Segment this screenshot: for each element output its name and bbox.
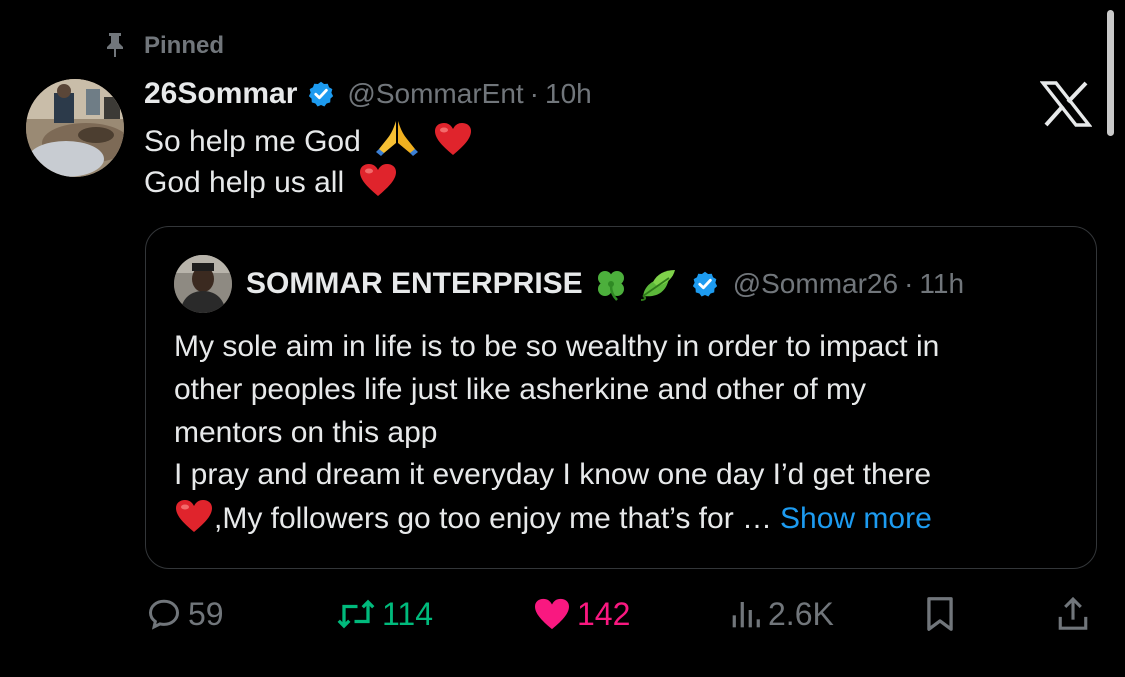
- tweet-text-1: So help me God: [144, 125, 361, 158]
- author-handle[interactable]: @SommarEnt: [347, 78, 523, 110]
- author-avatar[interactable]: [26, 79, 124, 177]
- quoted-time[interactable]: 11h: [919, 268, 964, 300]
- verified-badge-icon: [309, 81, 334, 107]
- like-count: 142: [577, 595, 631, 632]
- bookmark-icon: [927, 597, 953, 631]
- scrollbar[interactable]: [1107, 10, 1114, 136]
- quoted-author-avatar[interactable]: [174, 255, 232, 313]
- tweet-text-line-1: So help me God: [144, 119, 473, 162]
- like-heart-icon: [535, 598, 569, 630]
- tweet-time[interactable]: 10h: [545, 78, 592, 110]
- pin-icon: [107, 33, 123, 57]
- quoted-display-name[interactable]: SOMMAR ENTERPRISE: [246, 267, 583, 301]
- tweet-header: 26Sommar @SommarEnt · 10h: [144, 74, 592, 114]
- separator-dot: ·: [904, 268, 914, 299]
- like-button[interactable]: 142: [533, 592, 630, 636]
- reply-count: 59: [188, 595, 224, 632]
- show-more-link[interactable]: Show more: [780, 502, 932, 535]
- quoted-text-line-3: mentors on this app: [174, 416, 438, 449]
- pinned-label: Pinned: [144, 32, 225, 59]
- quoted-text-line-4: I pray and dream it everyday I know one …: [174, 458, 932, 491]
- bookmark-button[interactable]: [924, 592, 956, 636]
- quoted-tweet-header: SOMMAR ENTERPRISE @Sommar26 · 11h: [246, 264, 964, 304]
- quoted-text-line-1: My sole aim in life is to be so wealthy …: [174, 330, 940, 363]
- share-icon: [1058, 596, 1088, 630]
- quoted-handle[interactable]: @Sommar26: [733, 268, 898, 300]
- x-logo-icon[interactable]: [1040, 80, 1092, 128]
- retweet-icon: [337, 599, 375, 629]
- author-display-name[interactable]: 26Sommar: [144, 77, 297, 111]
- separator-dot: ·: [529, 78, 539, 109]
- leaf-icon: [640, 270, 675, 301]
- four-leaf-clover-icon: [597, 271, 624, 301]
- tweet-text-2: God help us all: [144, 166, 345, 199]
- verified-badge-icon: [692, 271, 717, 297]
- share-button[interactable]: [1056, 592, 1090, 636]
- red-heart-icon: [176, 500, 212, 532]
- quoted-text-line-2: other peoples life just like asherkine a…: [174, 373, 867, 406]
- red-heart-icon: [360, 164, 397, 196]
- views-count: 2.6K: [768, 595, 834, 632]
- views-icon: [732, 602, 760, 628]
- praying-hands-icon: [376, 121, 419, 156]
- views-button[interactable]: 2.6K: [730, 592, 834, 636]
- quoted-text-5: ,My followers go too enjoy me that’s for…: [214, 502, 773, 535]
- reply-button[interactable]: 59: [146, 592, 224, 636]
- quoted-text-line-5: ,My followers go too enjoy me that’s for…: [174, 498, 932, 540]
- tweet-text-line-2: God help us all: [144, 162, 398, 203]
- reply-icon: [148, 599, 180, 630]
- retweet-count: 114: [382, 595, 434, 632]
- retweet-button[interactable]: 114: [336, 592, 433, 636]
- red-heart-icon: [435, 123, 472, 155]
